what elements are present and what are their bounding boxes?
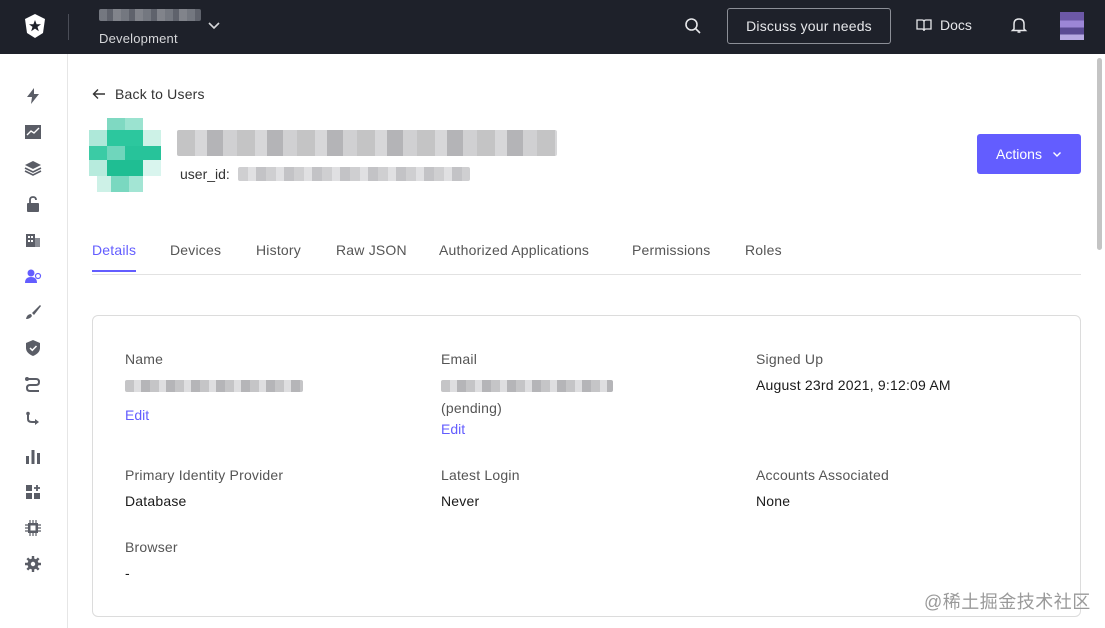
watermark: @稀土掘金技术社区 [924,592,1091,612]
name-value-redacted [125,380,303,392]
back-label: Back to Users [115,86,205,102]
tenant-name-redacted [99,9,201,21]
browser-value: - [125,565,130,581]
user-id-row: user_id: [180,166,470,182]
primary-idp-value: Database [125,493,187,509]
branding-icon[interactable] [23,302,43,322]
back-to-users-link[interactable]: Back to Users [92,86,205,102]
security-icon[interactable] [23,338,43,358]
user-name-redacted [177,130,557,156]
user-id-label: user_id: [180,166,230,182]
actions-icon[interactable] [23,374,43,394]
page-scrollbar[interactable] [1097,58,1102,250]
tenant-environment: Development [99,31,178,46]
tab-permissions[interactable]: Permissions [632,242,710,270]
activity-icon[interactable] [23,122,43,142]
tab-details[interactable]: Details [92,242,137,272]
chevron-down-icon[interactable] [207,18,221,32]
lightning-icon[interactable] [23,86,43,106]
signed-up-value: August 23rd 2021, 9:12:09 AM [756,377,951,393]
auth0-logo-icon[interactable] [22,13,48,39]
primary-idp-label: Primary Identity Provider [125,467,284,483]
actions-label: Actions [996,146,1042,162]
user-tabs: Details Devices History Raw JSON Authori… [92,232,1081,275]
tab-authorized-applications[interactable]: Authorized Applications [439,242,589,270]
top-bar: Development Discuss your needs Docs [0,0,1105,54]
tab-devices[interactable]: Devices [170,242,221,270]
accounts-associated-value: None [756,493,791,509]
email-label: Email [441,351,478,367]
tab-history[interactable]: History [256,242,301,270]
tab-raw-json[interactable]: Raw JSON [336,242,407,270]
monitoring-icon[interactable] [23,446,43,466]
latest-login-value: Never [441,493,480,509]
signed-up-label: Signed Up [756,351,824,367]
actions-button[interactable]: Actions [977,134,1081,174]
arrow-left-icon [92,89,105,99]
marketplace-icon[interactable] [23,482,43,502]
user-details-card [92,315,1081,617]
user-avatar [89,118,161,194]
tab-roles[interactable]: Roles [745,242,782,270]
email-status: (pending) [441,400,502,416]
docs-link[interactable]: Docs [916,17,972,33]
latest-login-label: Latest Login [441,467,520,483]
bell-icon[interactable] [1010,16,1028,34]
tenant-selector[interactable]: Development [99,9,201,46]
organizations-icon[interactable] [23,230,43,250]
accounts-associated-label: Accounts Associated [756,467,889,483]
extensions-icon[interactable] [23,518,43,538]
edit-name-link[interactable]: Edit [125,407,149,423]
docs-label: Docs [940,17,972,33]
applications-icon[interactable] [23,158,43,178]
topbar-divider [68,14,69,40]
settings-icon[interactable] [23,554,43,574]
search-icon[interactable] [684,17,702,35]
auth-pipeline-icon[interactable] [23,410,43,430]
sidebar-nav [0,54,68,628]
email-value-redacted [441,380,613,392]
chevron-down-icon [1052,152,1061,157]
discuss-your-needs-button[interactable]: Discuss your needs [727,8,891,44]
authentication-icon[interactable] [23,194,43,214]
user-management-icon[interactable] [23,266,43,286]
name-label: Name [125,351,164,367]
edit-email-link[interactable]: Edit [441,421,465,437]
book-icon [916,19,932,32]
user-id-redacted [237,167,470,181]
browser-label: Browser [125,539,178,555]
account-avatar[interactable] [1060,12,1084,40]
